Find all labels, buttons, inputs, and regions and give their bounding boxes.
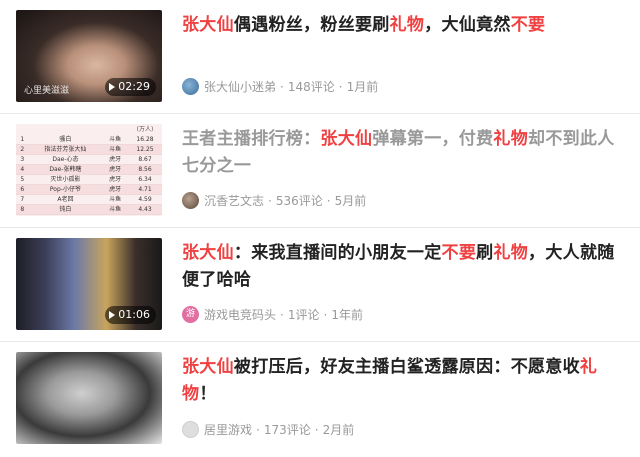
table-row: 8 钝白 斗鱼 4.43 bbox=[16, 204, 162, 215]
title-part: 张大仙 bbox=[182, 243, 234, 263]
title-part: 张大仙 bbox=[182, 15, 234, 35]
author-part: 小迷弟 bbox=[240, 80, 277, 94]
avatar[interactable] bbox=[182, 192, 199, 209]
table-row: 4 Dae-张韩瞎 虎牙 8.56 bbox=[16, 164, 162, 175]
title-part: 礼物 bbox=[389, 15, 425, 35]
avatar[interactable]: 游 bbox=[182, 306, 199, 323]
author-name[interactable]: 张大仙小迷弟 bbox=[204, 78, 276, 95]
video-thumbnail[interactable]: 心里美滋滋 02:29 bbox=[16, 10, 162, 102]
feed-item[interactable]: (万人) 1 骚白 斗鱼 16.28 2 指法芬芳张大仙 斗鱼 12.25 3 Dae-心态虎… bbox=[0, 114, 640, 228]
title-part: 不要 bbox=[441, 243, 477, 263]
duration-badge: 02:29 bbox=[105, 78, 156, 96]
author-name[interactable]: 居里游戏 bbox=[204, 421, 252, 438]
avatar[interactable] bbox=[182, 78, 199, 95]
table-row: 6 Pop-小仔爷 虎牙 4.71 bbox=[16, 184, 162, 195]
table-row: 3 Dae-心态 虎牙 8.67 bbox=[16, 154, 162, 165]
article-meta: 张大仙小迷弟 · 148评论 · 1月前 bbox=[182, 78, 378, 95]
article-title[interactable]: 张大仙被打压后，好友主播白鲨透露原因：不愿意收礼物！ bbox=[182, 354, 628, 408]
duration-text: 01:06 bbox=[118, 308, 150, 321]
title-part: 礼物 bbox=[493, 129, 529, 149]
title-part: 王者主播排行榜： bbox=[182, 129, 321, 149]
title-part: ，大仙竟然 bbox=[424, 15, 511, 35]
feed-item[interactable]: 01:06 张大仙：来我直播间的小朋友一定不要刷礼物，大人就随便了哈哈 游 游戏… bbox=[0, 228, 640, 342]
ranking-table: (万人) 1 骚白 斗鱼 16.28 2 指法芬芳张大仙 斗鱼 12.25 3 Dae-心态虎… bbox=[16, 124, 162, 215]
article-meta: 居里游戏 · 173评论 · 2月前 bbox=[182, 421, 354, 438]
duration-text: 02:29 bbox=[118, 80, 150, 93]
table-header bbox=[102, 124, 128, 135]
thumbnail-caption: 心里美滋滋 bbox=[24, 86, 70, 96]
video-thumbnail[interactable]: 01:06 bbox=[16, 238, 162, 330]
title-part: 刷 bbox=[476, 243, 494, 263]
title-part: 弹幕第一，付费 bbox=[372, 129, 494, 149]
table-row: 5 灭世小孤影 虎牙 6.34 bbox=[16, 174, 162, 185]
play-icon bbox=[109, 311, 116, 319]
duration-badge: 01:06 bbox=[105, 306, 156, 324]
title-part: 张大仙 bbox=[182, 357, 234, 377]
title-part: 偶遇粉丝，粉丝要刷 bbox=[233, 15, 390, 35]
comment-count[interactable]: 536评论 bbox=[276, 192, 323, 209]
table-row: 2 指法芬芳张大仙 斗鱼 12.25 bbox=[16, 144, 162, 155]
author-name[interactable]: 沉香艺文志 bbox=[204, 192, 264, 209]
news-feed: 心里美滋滋 02:29 张大仙偶遇粉丝，粉丝要刷礼物，大仙竟然不要 张大仙小迷弟… bbox=[0, 0, 640, 457]
table-header bbox=[29, 124, 103, 135]
title-part: 不要 bbox=[510, 15, 546, 35]
table-header bbox=[16, 124, 29, 135]
table-row: 1 骚白 斗鱼 16.28 bbox=[16, 135, 162, 145]
article-title[interactable]: 张大仙偶遇粉丝，粉丝要刷礼物，大仙竟然不要 bbox=[182, 12, 628, 39]
author-part: 张大仙 bbox=[204, 80, 241, 94]
comment-count[interactable]: 173评论 bbox=[264, 421, 311, 438]
publish-time: 2月前 bbox=[322, 423, 355, 437]
publish-time: 5月前 bbox=[334, 194, 367, 208]
article-meta: 沉香艺文志 · 536评论 · 5月前 bbox=[182, 192, 366, 209]
title-part: 被打压后，好友主播白鲨透露原因：不愿意收 bbox=[233, 357, 580, 377]
article-thumbnail[interactable]: (万人) 1 骚白 斗鱼 16.28 2 指法芬芳张大仙 斗鱼 12.25 3 Dae-心态虎… bbox=[16, 124, 162, 216]
feed-item[interactable]: 张大仙被打压后，好友主播白鲨透露原因：不愿意收礼物！ 居里游戏 · 173评论 … bbox=[0, 342, 640, 456]
comment-count[interactable]: 148评论 bbox=[288, 78, 335, 95]
avatar[interactable] bbox=[182, 421, 199, 438]
author-name[interactable]: 游戏电竞码头 bbox=[204, 306, 276, 323]
table-row: 7 A老回 斗鱼 4.59 bbox=[16, 194, 162, 205]
article-meta: 游 游戏电竞码头 · 1评论 · 1年前 bbox=[182, 306, 363, 323]
article-title[interactable]: 王者主播排行榜：张大仙弹幕第一，付费礼物却不到此人七分之一 bbox=[182, 126, 628, 180]
article-title[interactable]: 张大仙：来我直播间的小朋友一定不要刷礼物，大人就随便了哈哈 bbox=[182, 240, 628, 294]
publish-time: 1月前 bbox=[346, 80, 379, 94]
title-part: ！ bbox=[199, 384, 217, 404]
title-part: ：来我直播间的小朋友一定 bbox=[233, 243, 442, 263]
title-part: 礼物 bbox=[493, 243, 529, 263]
feed-item[interactable]: 心里美滋滋 02:29 张大仙偶遇粉丝，粉丝要刷礼物，大仙竟然不要 张大仙小迷弟… bbox=[0, 0, 640, 114]
play-icon bbox=[109, 83, 116, 91]
title-part: 张大仙 bbox=[320, 129, 373, 149]
article-thumbnail[interactable] bbox=[16, 352, 162, 444]
publish-time: 1年前 bbox=[331, 308, 363, 322]
table-header: (万人) bbox=[136, 126, 154, 133]
comment-count[interactable]: 1评论 bbox=[288, 306, 320, 323]
